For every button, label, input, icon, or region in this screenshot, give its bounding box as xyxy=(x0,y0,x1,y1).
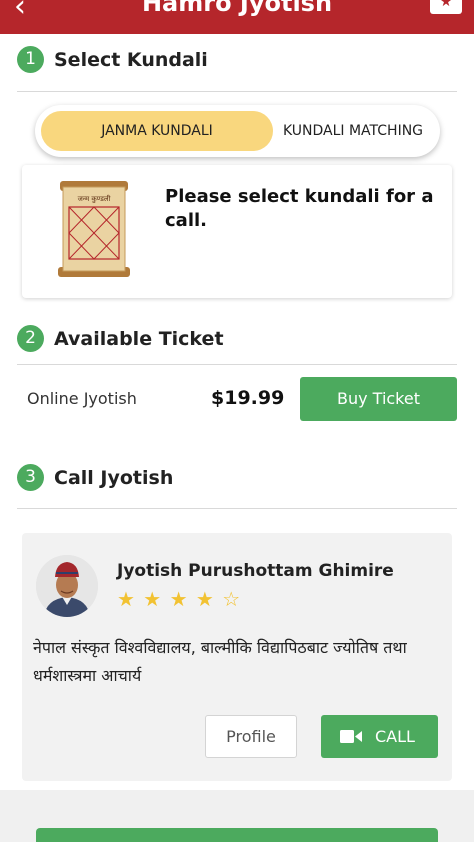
star-icon: ★ xyxy=(195,587,215,611)
profile-button[interactable]: Profile xyxy=(205,715,297,758)
step-number: 2 xyxy=(17,325,44,352)
kundali-select-card[interactable]: जन्म कुण्डली Please select kundali for a… xyxy=(22,165,452,298)
bottom-action-button[interactable] xyxy=(36,828,438,842)
ticket-name: Online Jyotish xyxy=(27,389,137,408)
star-icon: ★ xyxy=(439,0,453,10)
step-label: Available Ticket xyxy=(54,327,224,350)
ticket-price: $19.99 xyxy=(211,387,285,409)
divider xyxy=(17,91,457,92)
favorites-button[interactable]: ★ xyxy=(430,0,462,14)
divider xyxy=(17,364,457,365)
astrologer-card: Jyotish Purushottam Ghimire ★ ★ ★ ★ ☆ ने… xyxy=(22,533,452,781)
step-number: 3 xyxy=(17,464,44,491)
bottom-action-area xyxy=(0,790,474,842)
kundali-type-toggle: JANMA KUNDALI KUNDALI MATCHING xyxy=(35,105,440,157)
star-icon: ★ xyxy=(143,587,163,611)
step-available-ticket: 2 Available Ticket xyxy=(17,325,224,352)
buy-ticket-button[interactable]: Buy Ticket xyxy=(300,377,457,421)
kundali-message: Please select kundali for a call. xyxy=(165,186,434,231)
step-label: Select Kundali xyxy=(54,48,208,71)
step-call-jyotish: 3 Call Jyotish xyxy=(17,464,173,491)
avatar xyxy=(36,555,98,617)
video-camera-icon xyxy=(340,730,362,743)
step-select-kundali: 1 Select Kundali xyxy=(17,46,208,73)
star-icon: ★ xyxy=(117,587,136,611)
half-star-icon: ☆ xyxy=(222,587,242,611)
tab-janma-kundali[interactable]: JANMA KUNDALI xyxy=(41,111,273,151)
astrologer-name: Jyotish Purushottam Ghimire xyxy=(117,561,394,581)
divider xyxy=(17,508,457,509)
page-title: Hamro Jyotish xyxy=(141,0,333,17)
rating-stars: ★ ★ ★ ★ ☆ xyxy=(117,587,241,611)
kundali-scroll-image: जन्म कुण्डली xyxy=(58,181,130,277)
step-number: 1 xyxy=(17,46,44,73)
scroll-caption: जन्म कुण्डली xyxy=(78,194,111,203)
tab-kundali-matching[interactable]: KUNDALI MATCHING xyxy=(273,111,433,151)
step-label: Call Jyotish xyxy=(54,466,174,489)
call-button[interactable]: CALL xyxy=(321,715,438,758)
app-header: ‹ Hamro Jyotish ★ xyxy=(0,0,474,34)
call-label: CALL xyxy=(375,727,415,746)
ticket-row: Online Jyotish $19.99 Buy Ticket xyxy=(0,376,474,422)
astrologer-description: नेपाल संस्कृत विश्वविद्यालय, बाल्मीकि वि… xyxy=(33,638,407,685)
star-icon: ★ xyxy=(169,587,189,611)
